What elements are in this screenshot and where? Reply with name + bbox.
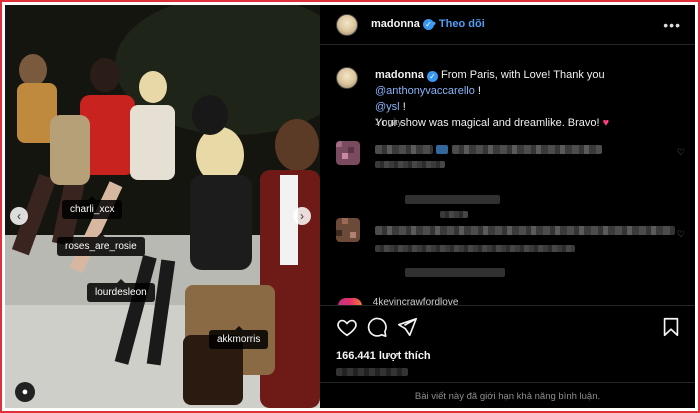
caption-timestamp: 1 ngày: [375, 117, 403, 127]
caption-line-2: Your show was magical and dreamlike. Bra…: [375, 117, 600, 129]
user-tag-lourdesleon[interactable]: lourdesleon: [87, 279, 155, 302]
comments-list: ♡ ♡: [320, 133, 695, 305]
comment-like-icon[interactable]: ♡: [677, 147, 685, 158]
instagram-post-modal: ‹ › charli_xcx roses_are_rosie lourdesle…: [5, 5, 695, 408]
tagged-users-button[interactable]: ●: [15, 382, 35, 402]
like-icon[interactable]: [336, 316, 358, 338]
comment-meta: [440, 211, 468, 218]
comment-row: [405, 195, 500, 204]
post-actions: 166.441 lượt thích Bài viết này đã giới …: [320, 305, 695, 408]
mention-anthonyvaccarello[interactable]: @anthonyvaccarello: [375, 85, 475, 97]
more-options-icon[interactable]: •••: [663, 17, 681, 33]
comment-meta: [375, 161, 445, 168]
share-icon[interactable]: [396, 316, 418, 338]
header-username[interactable]: madonna: [371, 18, 420, 30]
comment-row: [405, 268, 505, 277]
user-tag-roses-are-rosie[interactable]: roses_are_rosie: [57, 233, 145, 256]
comment-row: [375, 145, 433, 154]
comment-meta: [375, 245, 575, 252]
follow-button[interactable]: • Theo dõi: [432, 18, 485, 30]
photo-illustration: [5, 5, 320, 408]
post-date: [336, 368, 408, 376]
user-tag-akkmorris[interactable]: akkmorris: [209, 326, 269, 349]
avatar[interactable]: [336, 14, 358, 36]
caption-text-start: From Paris, with Love! Thank you: [441, 69, 605, 81]
user-icon: ●: [21, 386, 29, 398]
caption-username[interactable]: madonna: [375, 69, 424, 81]
follow-label: Theo dõi: [438, 18, 485, 30]
heart-emoji-icon: ♥: [602, 117, 610, 129]
caption-verified-icon: ✓: [426, 71, 438, 82]
post-caption: madonna ✓ From Paris, with Love! Thank y…: [375, 67, 690, 131]
caption-text-after: !: [402, 101, 406, 113]
comment-avatar[interactable]: [336, 141, 360, 165]
caption-avatar[interactable]: [336, 67, 358, 89]
mention-ysl[interactable]: @ysl: [375, 101, 400, 113]
prev-photo-button[interactable]: ‹: [10, 207, 28, 225]
caption-text-mid: !: [477, 85, 481, 97]
dot-separator: •: [432, 18, 439, 30]
comment-icon[interactable]: [366, 316, 388, 338]
comment-like-icon[interactable]: ♡: [677, 229, 685, 240]
post-sidebar: madonna ✓ • Theo dõi ••• madonna ✓ From …: [320, 5, 695, 408]
comment-avatar[interactable]: [336, 218, 360, 242]
post-header: madonna ✓ • Theo dõi •••: [320, 5, 695, 45]
likes-count[interactable]: 166.441 lượt thích: [336, 350, 431, 362]
post-photo[interactable]: ‹ › charli_xcx roses_are_rosie lourdesle…: [5, 5, 320, 408]
user-tag-charli-xcx[interactable]: charli_xcx: [62, 196, 123, 219]
comment-row: [452, 145, 602, 154]
comment-emoji-icon: [436, 145, 448, 154]
comments-limited-notice: Bài viết này đã giới hạn khả năng bình l…: [320, 382, 695, 408]
next-photo-button[interactable]: ›: [293, 207, 311, 225]
comment-row: [375, 226, 675, 235]
save-icon[interactable]: [660, 316, 682, 338]
